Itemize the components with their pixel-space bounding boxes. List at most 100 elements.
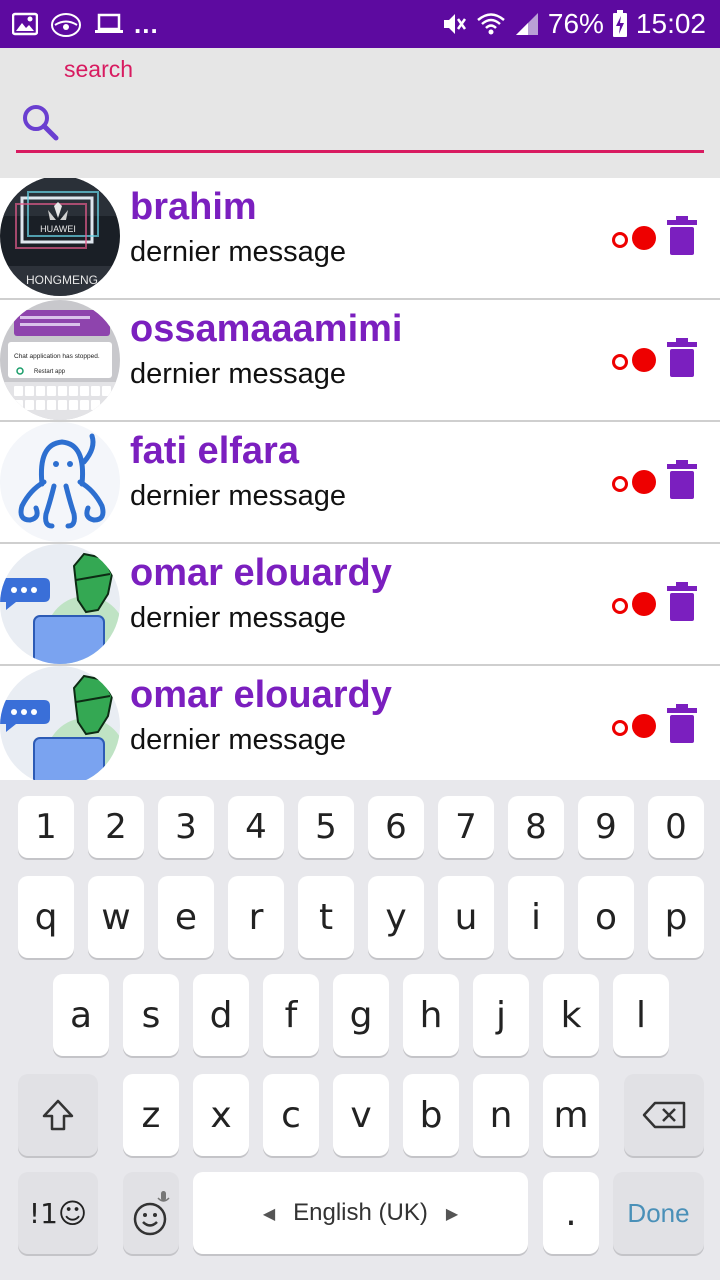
- search-label: search: [64, 56, 134, 82]
- status-ring-icon: [612, 598, 628, 614]
- avatar-hongmeng-text: HONGMENG: [26, 273, 98, 287]
- key-y[interactable]: y: [368, 876, 424, 958]
- status-bar-left: ...: [12, 8, 159, 40]
- key-t[interactable]: t: [298, 876, 354, 958]
- key-1[interactable]: 1: [18, 796, 74, 858]
- online-status: [612, 348, 660, 374]
- key-n[interactable]: n: [473, 1074, 529, 1156]
- status-ring-icon: [612, 476, 628, 492]
- status-dot-icon: [632, 226, 656, 250]
- key-f[interactable]: f: [263, 974, 319, 1056]
- key-5[interactable]: 5: [298, 796, 354, 858]
- delete-icon[interactable]: [666, 338, 698, 378]
- key-v[interactable]: v: [333, 1074, 389, 1156]
- online-status: [612, 470, 660, 496]
- key-j[interactable]: j: [473, 974, 529, 1056]
- shift-key[interactable]: [18, 1074, 98, 1156]
- key-r[interactable]: r: [228, 876, 284, 958]
- search-bar: search: [0, 48, 720, 178]
- avatar: [0, 422, 120, 542]
- key-e[interactable]: e: [158, 876, 214, 958]
- key-9[interactable]: 9: [578, 796, 634, 858]
- contact-list: HUAWEI HONGMENG brahim dernier message C…: [0, 178, 720, 786]
- key-4[interactable]: 4: [228, 796, 284, 858]
- status-ring-icon: [612, 720, 628, 736]
- avatar: Chat application has stopped. Restart ap…: [0, 300, 120, 420]
- space-key[interactable]: ◀ English (UK) ▶: [193, 1172, 528, 1254]
- key-p[interactable]: p: [648, 876, 704, 958]
- wifi-icon: [477, 13, 505, 35]
- battery-charging-icon: [612, 10, 627, 37]
- search-input[interactable]: [70, 102, 694, 144]
- key-q[interactable]: q: [18, 876, 74, 958]
- key-7[interactable]: 7: [438, 796, 494, 858]
- status-ring-icon: [612, 232, 628, 248]
- key-b[interactable]: b: [403, 1074, 459, 1156]
- avatar: [0, 666, 120, 786]
- last-message: dernier message: [130, 358, 346, 390]
- contact-name: fati elfara: [130, 430, 299, 472]
- delete-icon[interactable]: [666, 460, 698, 500]
- last-message: dernier message: [130, 602, 346, 634]
- avatar-crash-title: Chat application has stopped.: [14, 353, 100, 360]
- more-notifications: ...: [134, 8, 159, 39]
- done-key[interactable]: Done: [613, 1172, 704, 1254]
- gallery-notification-icon: [12, 12, 38, 36]
- key-w[interactable]: w: [88, 876, 144, 958]
- language-label: English (UK): [293, 1199, 428, 1226]
- key-m[interactable]: m: [543, 1074, 599, 1156]
- symbols-key[interactable]: !1☺: [18, 1172, 98, 1254]
- key-h[interactable]: h: [403, 974, 459, 1056]
- contact-name: brahim: [130, 186, 257, 228]
- clock: 15:02: [635, 8, 706, 39]
- period-key[interactable]: .: [543, 1172, 599, 1254]
- key-2[interactable]: 2: [88, 796, 144, 858]
- contact-row[interactable]: Chat application has stopped. Restart ap…: [0, 300, 720, 422]
- key-g[interactable]: g: [333, 974, 389, 1056]
- status-dot-icon: [632, 714, 656, 738]
- key-x[interactable]: x: [193, 1074, 249, 1156]
- status-bar: ... 76% 15:02: [0, 0, 720, 48]
- last-message: dernier message: [130, 480, 346, 512]
- search-underline: [16, 150, 704, 153]
- key-o[interactable]: o: [578, 876, 634, 958]
- emoji-key[interactable]: [123, 1172, 179, 1254]
- key-8[interactable]: 8: [508, 796, 564, 858]
- status-ring-icon: [612, 354, 628, 370]
- soft-keyboard: 1 2 3 4 5 6 7 8 9 0 q w e r t y u i o p …: [0, 780, 720, 1280]
- battery-percentage: 76%: [547, 8, 604, 39]
- signal-icon: [515, 13, 538, 35]
- avatar-crash-action: Restart app: [34, 369, 66, 375]
- online-status: [612, 226, 660, 252]
- contact-row[interactable]: omar elouardy dernier message: [0, 666, 720, 786]
- key-3[interactable]: 3: [158, 796, 214, 858]
- key-c[interactable]: c: [263, 1074, 319, 1156]
- delete-icon[interactable]: [666, 216, 698, 256]
- online-status: [612, 714, 660, 740]
- key-k[interactable]: k: [543, 974, 599, 1056]
- key-a[interactable]: a: [53, 974, 109, 1056]
- avatar: HUAWEI HONGMENG: [0, 178, 120, 296]
- delete-icon[interactable]: [666, 582, 698, 622]
- contact-row[interactable]: omar elouardy dernier message: [0, 544, 720, 666]
- lang-next-icon: ▶: [445, 1203, 459, 1223]
- laptop-notification-icon: [95, 13, 123, 33]
- key-i[interactable]: i: [508, 876, 564, 958]
- delete-icon[interactable]: [666, 704, 698, 744]
- key-l[interactable]: l: [613, 974, 669, 1056]
- key-6[interactable]: 6: [368, 796, 424, 858]
- contact-row[interactable]: HUAWEI HONGMENG brahim dernier message: [0, 178, 720, 300]
- contact-row[interactable]: fati elfara dernier message: [0, 422, 720, 544]
- app-notification-icon: [51, 13, 81, 37]
- mute-icon: [443, 14, 466, 34]
- key-d[interactable]: d: [193, 974, 249, 1056]
- key-s[interactable]: s: [123, 974, 179, 1056]
- key-u[interactable]: u: [438, 876, 494, 958]
- last-message: dernier message: [130, 724, 346, 756]
- avatar: [0, 544, 120, 664]
- backspace-key[interactable]: [624, 1074, 704, 1156]
- contact-name: omar elouardy: [130, 552, 392, 594]
- key-z[interactable]: z: [123, 1074, 179, 1156]
- key-0[interactable]: 0: [648, 796, 704, 858]
- search-icon[interactable]: [20, 102, 60, 142]
